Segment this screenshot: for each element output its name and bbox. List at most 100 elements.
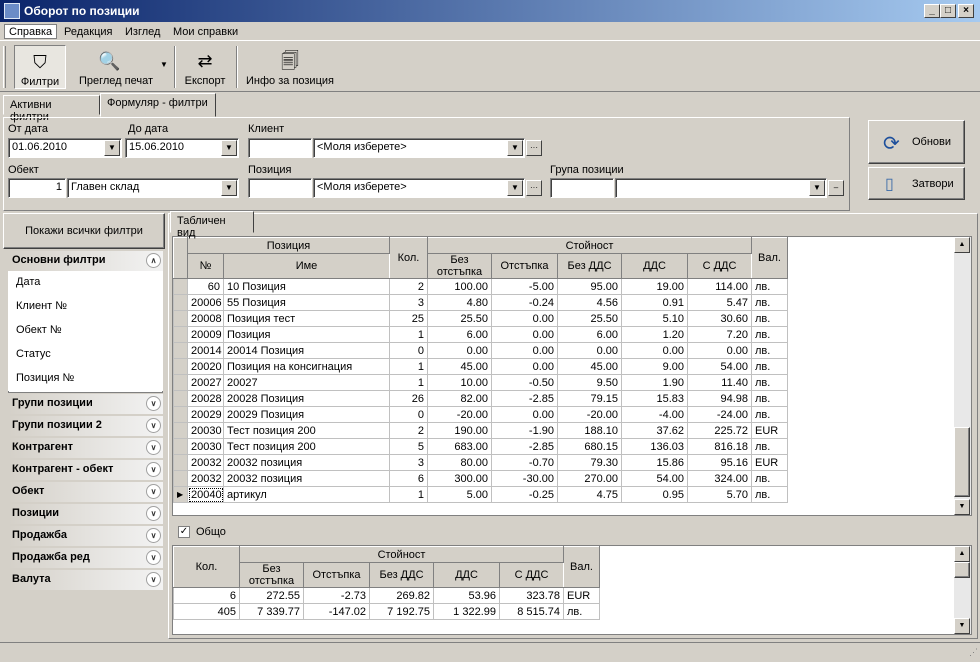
table-cell[interactable]: 26 <box>389 390 428 407</box>
table-cell[interactable]: 0.00 <box>621 342 688 359</box>
table-cell[interactable]: 20027 <box>187 374 224 391</box>
table-cell[interactable]: 0.00 <box>427 342 492 359</box>
table-row[interactable]: 20032 20032 позиция 6 300.00 -30.00 270.00 54.… <box>173 470 789 487</box>
row-indicator[interactable]: ▶ <box>173 486 188 503</box>
table-cell[interactable]: Тест позиция 200 <box>223 438 390 455</box>
table-cell[interactable]: 2 <box>389 422 428 439</box>
client-select[interactable]: <Моля изберете> <box>313 138 525 158</box>
row-indicator[interactable] <box>173 278 188 295</box>
table-cell[interactable]: 1 <box>389 326 428 343</box>
table-cell[interactable]: 188.10 <box>557 422 622 439</box>
row-indicator[interactable] <box>173 422 188 439</box>
table-cell[interactable]: лв. <box>751 438 789 455</box>
table-cell[interactable]: 0.00 <box>491 326 558 343</box>
table-cell[interactable]: 25 <box>389 310 428 327</box>
table-cell[interactable]: 95.16 <box>686 454 753 471</box>
table-cell[interactable]: 0 <box>389 342 428 359</box>
table-cell[interactable]: 4.80 <box>427 294 492 311</box>
table-cell[interactable]: 20014 <box>187 342 224 359</box>
filter-group[interactable]: Валута ∨ <box>8 570 163 590</box>
table-cell[interactable]: 45.00 <box>557 358 622 375</box>
table-cell[interactable]: Позиция на консигнация <box>223 358 390 375</box>
table-cell[interactable]: 816.18 <box>686 438 753 455</box>
scroll-down-arrow-icon[interactable]: ▼ <box>954 499 970 515</box>
table-cell[interactable]: лв. <box>751 406 789 423</box>
table-cell[interactable]: -20.00 <box>557 406 622 423</box>
table-cell[interactable]: лв. <box>751 390 789 407</box>
close-button[interactable]: ▯ Затвори <box>868 167 965 200</box>
table-cell[interactable]: лв. <box>751 278 789 295</box>
table-cell[interactable]: -20.00 <box>427 406 492 423</box>
table-cell[interactable]: 20032 позиция <box>223 470 390 487</box>
position-group-select[interactable] <box>615 178 827 198</box>
table-cell[interactable]: 20030 <box>187 438 224 455</box>
row-indicator[interactable] <box>173 454 188 471</box>
table-cell[interactable]: -0.70 <box>491 454 558 471</box>
table-cell[interactable]: 5.00 <box>427 486 492 503</box>
table-cell[interactable]: 6.00 <box>427 326 492 343</box>
grid-vertical-scrollbar[interactable]: ▲ ▼ <box>954 237 971 515</box>
table-cell[interactable]: -24.00 <box>686 406 753 423</box>
table-cell[interactable]: 80.00 <box>427 454 492 471</box>
scroll-up-arrow-icon[interactable]: ▲ <box>954 237 970 253</box>
table-cell[interactable]: 20028 <box>187 390 224 407</box>
table-row[interactable]: 20030 Тест позиция 200 5 683.00 -2.85 680.15 1… <box>173 438 789 455</box>
table-cell[interactable]: 324.00 <box>686 470 753 487</box>
table-cell[interactable]: 20027 <box>223 374 390 391</box>
position-group-clear-button[interactable]: – <box>828 180 844 196</box>
object-code-input[interactable]: 1 <box>8 178 66 198</box>
filter-group[interactable]: Продажба ред ∨ <box>8 548 163 568</box>
table-cell[interactable]: 25.50 <box>427 310 492 327</box>
table-cell[interactable]: 55 Позиция <box>223 294 390 311</box>
table-cell[interactable]: 0.00 <box>686 342 753 359</box>
table-cell[interactable]: 1.90 <box>621 374 688 391</box>
table-cell[interactable]: 683.00 <box>427 438 492 455</box>
table-row[interactable]: 20006 55 Позиция 3 4.80 -0.24 4.56 0.91 5.47 лв. <box>173 294 789 311</box>
print-preview-button[interactable]: 🔍 Преглед печат <box>72 45 160 89</box>
table-cell[interactable]: 11.40 <box>686 374 753 391</box>
row-indicator[interactable] <box>173 358 188 375</box>
row-indicator[interactable] <box>173 310 188 327</box>
table-cell[interactable]: 190.00 <box>427 422 492 439</box>
table-cell[interactable]: 114.00 <box>686 278 753 295</box>
position-select[interactable]: <Моля изберете> <box>313 178 525 198</box>
table-cell[interactable]: 20006 <box>187 294 224 311</box>
filter-item[interactable]: Позиция № <box>8 367 163 391</box>
filter-group[interactable]: Групи позиции 2 ∨ <box>8 416 163 436</box>
minimize-button[interactable]: _ <box>924 4 940 18</box>
chevron-down-icon[interactable]: ∨ <box>146 484 161 499</box>
position-more-button[interactable]: ··· <box>526 180 542 196</box>
chevron-down-icon[interactable]: ∨ <box>146 418 161 433</box>
filter-item[interactable]: Обект № <box>8 319 163 343</box>
table-cell[interactable]: 6 <box>389 470 428 487</box>
table-cell[interactable]: EUR <box>751 422 789 439</box>
position-group-dropdown-icon[interactable]: ▼ <box>809 180 825 196</box>
table-cell[interactable]: 20029 Позиция <box>223 406 390 423</box>
table-cell[interactable]: 82.00 <box>427 390 492 407</box>
menu-my-reports[interactable]: Мои справки <box>169 25 242 40</box>
header-currency[interactable]: Вал. <box>751 237 789 279</box>
table-cell[interactable]: 20020 <box>187 358 224 375</box>
table-cell[interactable]: 0.00 <box>491 342 558 359</box>
filter-group[interactable]: Обект ∨ <box>8 482 163 502</box>
table-cell[interactable]: 9.00 <box>621 358 688 375</box>
table-cell[interactable]: 30.60 <box>686 310 753 327</box>
table-cell[interactable]: 1.20 <box>621 326 688 343</box>
table-cell[interactable]: -2.85 <box>491 390 558 407</box>
refresh-button[interactable]: ⟳ Обнови <box>868 120 965 164</box>
table-cell[interactable]: 0 <box>389 406 428 423</box>
tab-form-filters[interactable]: Формуляр - филтри <box>100 93 216 117</box>
table-cell[interactable]: 54.00 <box>686 358 753 375</box>
table-cell[interactable]: -30.00 <box>491 470 558 487</box>
total-checkbox[interactable]: ✓ <box>178 526 190 538</box>
table-cell[interactable]: EUR <box>751 454 789 471</box>
table-cell[interactable]: 10 Позиция <box>223 278 390 295</box>
header-number[interactable]: № <box>187 253 224 279</box>
totals-scroll-down-arrow-icon[interactable]: ▼ <box>954 618 970 634</box>
table-row[interactable]: 20030 Тест позиция 200 2 190.00 -1.90 188.10 3… <box>173 422 789 439</box>
table-cell[interactable]: 300.00 <box>427 470 492 487</box>
chevron-down-icon[interactable]: ∨ <box>146 528 161 543</box>
table-cell[interactable]: 94.98 <box>686 390 753 407</box>
group-main-filters[interactable]: Основни филтри ∧ <box>8 251 163 271</box>
filter-group[interactable]: Контрагент ∨ <box>8 438 163 458</box>
